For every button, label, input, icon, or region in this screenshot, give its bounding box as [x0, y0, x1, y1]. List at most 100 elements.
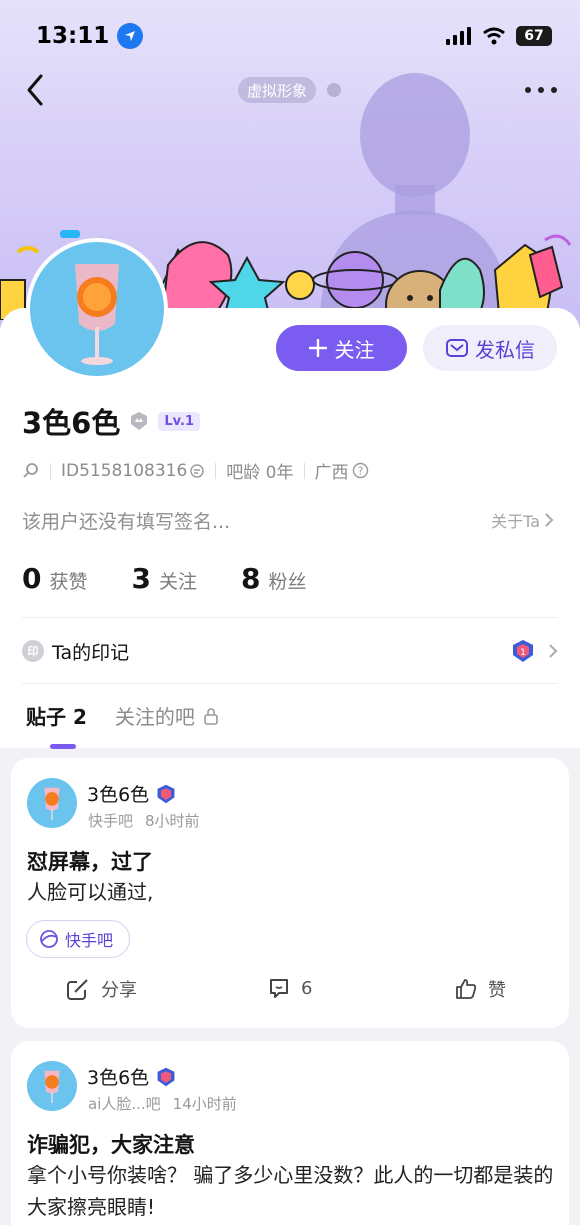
post-author-avatar[interactable] [27, 778, 77, 828]
tab-posts-label: 贴子 [26, 705, 66, 729]
comment-icon [270, 979, 288, 998]
share-button[interactable]: 分享 [65, 976, 137, 1002]
status-time-text: 13:11 [36, 23, 110, 49]
post-title: 怼屏幕，过了 [27, 850, 153, 874]
forum-tag-label: 快手吧 [65, 931, 114, 950]
drink-avatar-image [44, 1070, 60, 1103]
search-icon [23, 462, 38, 478]
meta-divider [215, 462, 217, 479]
stat-number: 3 [131, 562, 151, 595]
username: 3色6色 [22, 406, 121, 440]
about-link[interactable]: 关于Ta [491, 508, 554, 532]
post-author-avatar[interactable] [27, 1061, 77, 1111]
follow-label: 关注 [334, 337, 375, 362]
stat-label: 粉丝 [268, 571, 307, 593]
id-value: 5158108316 [79, 460, 188, 481]
drink-avatar-image [44, 787, 60, 820]
meta-divider [50, 462, 51, 479]
forum-tag[interactable]: 快手吧 [26, 920, 131, 958]
post-time: 14小时前 [172, 1095, 237, 1113]
drink-avatar-image [75, 264, 119, 365]
post-meta: ai人脸...吧 14小时前 [88, 1093, 237, 1114]
post-body: 拿个小号你装啥？ 骗了多少心里没数？此人的一切都是装的大家擦亮眼睛! [27, 1163, 554, 1219]
stat-number: 0 [22, 562, 42, 595]
like-label: 赞 [488, 980, 506, 1001]
profile-avatar[interactable] [26, 238, 168, 380]
stats-row: 0 获赞 3 关注 8 粉丝 [22, 562, 307, 595]
battery-icon: 67 [516, 26, 552, 46]
status-indicators: 67 [446, 26, 552, 46]
status-time: 13:11 [36, 23, 144, 49]
post-meta: 快手吧 8小时前 [88, 810, 200, 831]
copy-icon[interactable] [189, 463, 205, 479]
svg-text:?: ? [357, 465, 363, 478]
plus-icon [308, 339, 327, 357]
more-options-icon[interactable] [524, 85, 558, 95]
stat-number: 8 [241, 562, 261, 595]
forum-icon [40, 930, 58, 948]
tab-posts-count: 2 [72, 705, 87, 729]
svg-text:1: 1 [520, 648, 526, 658]
marks-label: Ta的印记 [52, 641, 130, 664]
level-badge[interactable]: Lv.1 [158, 411, 201, 431]
back-arrow-icon[interactable] [24, 73, 46, 107]
comment-count: 6 [301, 977, 313, 999]
status-bar: 13:11 67 [0, 0, 580, 72]
about-label: 关于Ta [491, 512, 540, 531]
post-author-name: 3色6色 [87, 1067, 150, 1089]
username-row: 3色6色 Lv.1 [22, 400, 201, 442]
profile-meta: ID 5158108316 吧龄 0年 广西 ? [22, 458, 369, 483]
post-forum: ai人脸...吧 [88, 1095, 161, 1113]
post-forum: 快手吧 [88, 812, 134, 830]
chevron-right-icon [545, 513, 554, 527]
content-tabs: 贴子 2 关注的吧 [26, 701, 219, 749]
stat-label: 关注 [158, 571, 197, 593]
thumbs-up-icon [456, 979, 477, 999]
mark-icon: 印 [22, 640, 44, 662]
id-label: ID [61, 460, 80, 481]
location-arrow-icon [117, 23, 144, 49]
tab-indicator [50, 744, 76, 749]
post-actions: 分享 6 赞 [11, 976, 569, 1006]
post-author: 3色6色 [87, 1063, 177, 1090]
tab-followed-bars[interactable]: 关注的吧 [115, 701, 219, 730]
post-body: 人脸可以通过, [27, 880, 154, 904]
chevron-right-icon [549, 644, 558, 658]
meta-divider [303, 462, 305, 479]
comment-button[interactable]: 6 [267, 976, 312, 1000]
mark-badge-icon [157, 784, 175, 803]
lock-icon [204, 707, 218, 725]
crown-badge-icon [131, 412, 148, 430]
mark-badge-icon: 1 [513, 640, 533, 662]
divider [22, 683, 558, 684]
mark-badge-icon [157, 1067, 175, 1086]
signal-icon [446, 27, 471, 45]
post-card[interactable]: 3色6色 ai人脸...吧 14小时前 诈骗犯，大家注意 拿个小号你装啥？ 骗了… [11, 1041, 569, 1225]
stat-label: 获赞 [49, 571, 88, 593]
post-author-name: 3色6色 [87, 784, 150, 806]
tab-posts[interactable]: 贴子 2 [26, 701, 87, 749]
wifi-icon [483, 27, 505, 45]
mail-icon [446, 339, 468, 357]
bar-age: 吧龄 0年 [226, 463, 294, 483]
help-icon[interactable]: ? [352, 462, 369, 479]
follow-button[interactable]: 关注 [276, 325, 407, 371]
tab-followed-bars-label: 关注的吧 [114, 705, 195, 729]
stat-following[interactable]: 3 关注 [132, 562, 198, 595]
send-message-button[interactable]: 发私信 [423, 325, 557, 371]
post-author: 3色6色 [87, 780, 177, 807]
message-label: 发私信 [475, 337, 535, 362]
share-label: 分享 [101, 980, 137, 1001]
post-card[interactable]: 3色6色 快手吧 8小时前 怼屏幕，过了 人脸可以通过, 快手吧 分享 6 赞 [11, 758, 569, 1028]
virtual-avatar-tag[interactable]: 虚拟形象 [238, 77, 317, 103]
stat-likes: 0 获赞 [22, 562, 88, 595]
virtual-avatar-indicator [327, 83, 341, 97]
marks-row[interactable]: 印 Ta的印记 1 [22, 636, 558, 666]
signature-text: 该用户还没有填写签名... [22, 511, 231, 533]
stat-fans[interactable]: 8 粉丝 [241, 562, 307, 595]
post-title: 诈骗犯，大家注意 [27, 1133, 195, 1157]
share-icon [67, 979, 88, 1000]
divider [22, 617, 558, 618]
like-button[interactable]: 赞 [454, 976, 506, 1002]
location: 广西 [314, 463, 349, 483]
